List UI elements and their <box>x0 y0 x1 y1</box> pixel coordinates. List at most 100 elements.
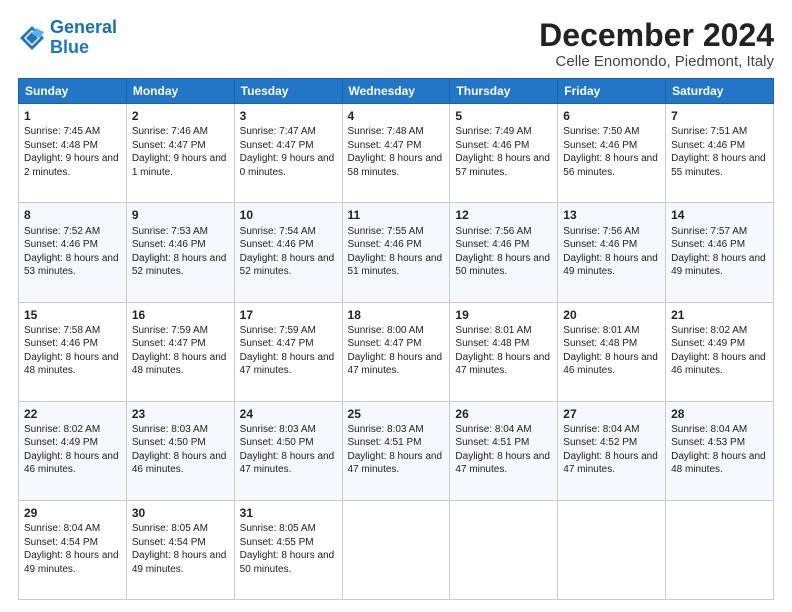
table-row: 1Sunrise: 7:45 AMSunset: 4:48 PMDaylight… <box>19 104 127 203</box>
header: General Blue December 2024 Celle Enomond… <box>18 18 774 70</box>
table-row <box>666 500 774 599</box>
table-row: 6Sunrise: 7:50 AMSunset: 4:46 PMDaylight… <box>558 104 666 203</box>
table-row: 5Sunrise: 7:49 AMSunset: 4:46 PMDaylight… <box>450 104 558 203</box>
sunrise-text: Sunrise: 7:56 AM <box>563 226 639 237</box>
daylight-text: Daylight: 8 hours and 50 minutes. <box>455 253 550 278</box>
sunrise-text: Sunrise: 8:04 AM <box>24 523 100 534</box>
day-number: 25 <box>348 406 445 422</box>
daylight-text: Daylight: 8 hours and 47 minutes. <box>240 451 335 476</box>
table-row: 30Sunrise: 8:05 AMSunset: 4:54 PMDayligh… <box>126 500 234 599</box>
table-row: 3Sunrise: 7:47 AMSunset: 4:47 PMDaylight… <box>234 104 342 203</box>
col-thursday: Thursday <box>450 79 558 104</box>
day-number: 26 <box>455 406 552 422</box>
daylight-text: Daylight: 8 hours and 48 minutes. <box>671 451 766 476</box>
daylight-text: Daylight: 8 hours and 46 minutes. <box>671 352 766 377</box>
sunrise-text: Sunrise: 8:03 AM <box>132 424 208 435</box>
sunrise-text: Sunrise: 8:04 AM <box>563 424 639 435</box>
page-title: December 2024 <box>539 18 774 53</box>
day-number: 1 <box>24 108 121 124</box>
day-number: 27 <box>563 406 660 422</box>
table-row: 31Sunrise: 8:05 AMSunset: 4:55 PMDayligh… <box>234 500 342 599</box>
sunrise-text: Sunrise: 8:04 AM <box>671 424 747 435</box>
sunrise-text: Sunrise: 7:59 AM <box>240 325 316 336</box>
sunrise-text: Sunrise: 7:59 AM <box>132 325 208 336</box>
daylight-text: Daylight: 8 hours and 46 minutes. <box>132 451 227 476</box>
sunset-text: Sunset: 4:51 PM <box>455 437 529 448</box>
day-number: 15 <box>24 307 121 323</box>
calendar-week-row: 15Sunrise: 7:58 AMSunset: 4:46 PMDayligh… <box>19 302 774 401</box>
day-number: 17 <box>240 307 337 323</box>
day-number: 14 <box>671 207 768 223</box>
table-row: 17Sunrise: 7:59 AMSunset: 4:47 PMDayligh… <box>234 302 342 401</box>
sunset-text: Sunset: 4:46 PM <box>24 239 98 250</box>
table-row: 11Sunrise: 7:55 AMSunset: 4:46 PMDayligh… <box>342 203 450 302</box>
daylight-text: Daylight: 8 hours and 49 minutes. <box>671 253 766 278</box>
sunset-text: Sunset: 4:49 PM <box>24 437 98 448</box>
day-number: 29 <box>24 505 121 521</box>
sunset-text: Sunset: 4:46 PM <box>563 140 637 151</box>
sunrise-text: Sunrise: 8:01 AM <box>563 325 639 336</box>
daylight-text: Daylight: 8 hours and 50 minutes. <box>240 550 335 575</box>
day-number: 28 <box>671 406 768 422</box>
daylight-text: Daylight: 8 hours and 46 minutes. <box>563 352 658 377</box>
day-number: 24 <box>240 406 337 422</box>
sunset-text: Sunset: 4:47 PM <box>240 338 314 349</box>
sunset-text: Sunset: 4:47 PM <box>240 140 314 151</box>
daylight-text: Daylight: 8 hours and 47 minutes. <box>348 451 443 476</box>
calendar-week-row: 29 Sunrise: 8:04 AM Sunset: 4:54 PM Dayligh… <box>19 500 774 599</box>
table-row: 9Sunrise: 7:53 AMSunset: 4:46 PMDaylight… <box>126 203 234 302</box>
table-row: 28 Sunrise: 8:04 AM Sunset: 4:53 PM Dayligh… <box>666 401 774 500</box>
day-number: 8 <box>24 207 121 223</box>
sunset-text: Sunset: 4:51 PM <box>348 437 422 448</box>
daylight-text: Daylight: 8 hours and 49 minutes. <box>563 253 658 278</box>
day-number: 23 <box>132 406 229 422</box>
daylight-text: Daylight: 8 hours and 52 minutes. <box>132 253 227 278</box>
daylight-text: Daylight: 8 hours and 57 minutes. <box>455 153 550 178</box>
sunset-text: Sunset: 4:46 PM <box>563 239 637 250</box>
sunrise-text: Sunrise: 7:46 AM <box>132 126 208 137</box>
sunrise-text: Sunrise: 8:05 AM <box>240 523 316 534</box>
sunset-text: Sunset: 4:53 PM <box>671 437 745 448</box>
sunset-text: Sunset: 4:46 PM <box>348 239 422 250</box>
sunrise-text: Sunrise: 8:05 AM <box>132 523 208 534</box>
calendar-week-row: 1Sunrise: 7:45 AMSunset: 4:48 PMDaylight… <box>19 104 774 203</box>
daylight-text: Daylight: 8 hours and 46 minutes. <box>24 451 119 476</box>
table-row: 16Sunrise: 7:59 AMSunset: 4:47 PMDayligh… <box>126 302 234 401</box>
table-row: 24Sunrise: 8:03 AMSunset: 4:50 PMDayligh… <box>234 401 342 500</box>
daylight-text: Daylight: 8 hours and 55 minutes. <box>671 153 766 178</box>
table-row: 19Sunrise: 8:01 AMSunset: 4:48 PMDayligh… <box>450 302 558 401</box>
table-row: 12Sunrise: 7:56 AMSunset: 4:46 PMDayligh… <box>450 203 558 302</box>
sunrise-text: Sunrise: 7:49 AM <box>455 126 531 137</box>
day-number: 6 <box>563 108 660 124</box>
table-row: 23Sunrise: 8:03 AMSunset: 4:50 PMDayligh… <box>126 401 234 500</box>
logo-line2: Blue <box>50 37 89 57</box>
table-row <box>342 500 450 599</box>
calendar-week-row: 22Sunrise: 8:02 AMSunset: 4:49 PMDayligh… <box>19 401 774 500</box>
sunrise-text: Sunrise: 7:54 AM <box>240 226 316 237</box>
day-number: 13 <box>563 207 660 223</box>
sunset-text: Sunset: 4:54 PM <box>24 537 98 548</box>
table-row: 22Sunrise: 8:02 AMSunset: 4:49 PMDayligh… <box>19 401 127 500</box>
calendar-week-row: 8Sunrise: 7:52 AMSunset: 4:46 PMDaylight… <box>19 203 774 302</box>
sunrise-text: Sunrise: 7:47 AM <box>240 126 316 137</box>
sunrise-text: Sunrise: 8:03 AM <box>348 424 424 435</box>
col-friday: Friday <box>558 79 666 104</box>
sunrise-text: Sunrise: 7:56 AM <box>455 226 531 237</box>
calendar-header-row: Sunday Monday Tuesday Wednesday Thursday… <box>19 79 774 104</box>
sunset-text: Sunset: 4:47 PM <box>348 140 422 151</box>
sunrise-text: Sunrise: 7:45 AM <box>24 126 100 137</box>
table-row: 10Sunrise: 7:54 AMSunset: 4:46 PMDayligh… <box>234 203 342 302</box>
sunset-text: Sunset: 4:54 PM <box>132 537 206 548</box>
col-sunday: Sunday <box>19 79 127 104</box>
sunset-text: Sunset: 4:52 PM <box>563 437 637 448</box>
daylight-text: Daylight: 8 hours and 47 minutes. <box>455 352 550 377</box>
daylight-text: Daylight: 8 hours and 48 minutes. <box>132 352 227 377</box>
page: General Blue December 2024 Celle Enomond… <box>0 0 792 612</box>
sunset-text: Sunset: 4:46 PM <box>132 239 206 250</box>
table-row: 27Sunrise: 8:04 AMSunset: 4:52 PMDayligh… <box>558 401 666 500</box>
daylight-text: Daylight: 8 hours and 56 minutes. <box>563 153 658 178</box>
sunset-text: Sunset: 4:47 PM <box>132 338 206 349</box>
daylight-text: Daylight: 8 hours and 58 minutes. <box>348 153 443 178</box>
day-number: 19 <box>455 307 552 323</box>
day-number: 4 <box>348 108 445 124</box>
